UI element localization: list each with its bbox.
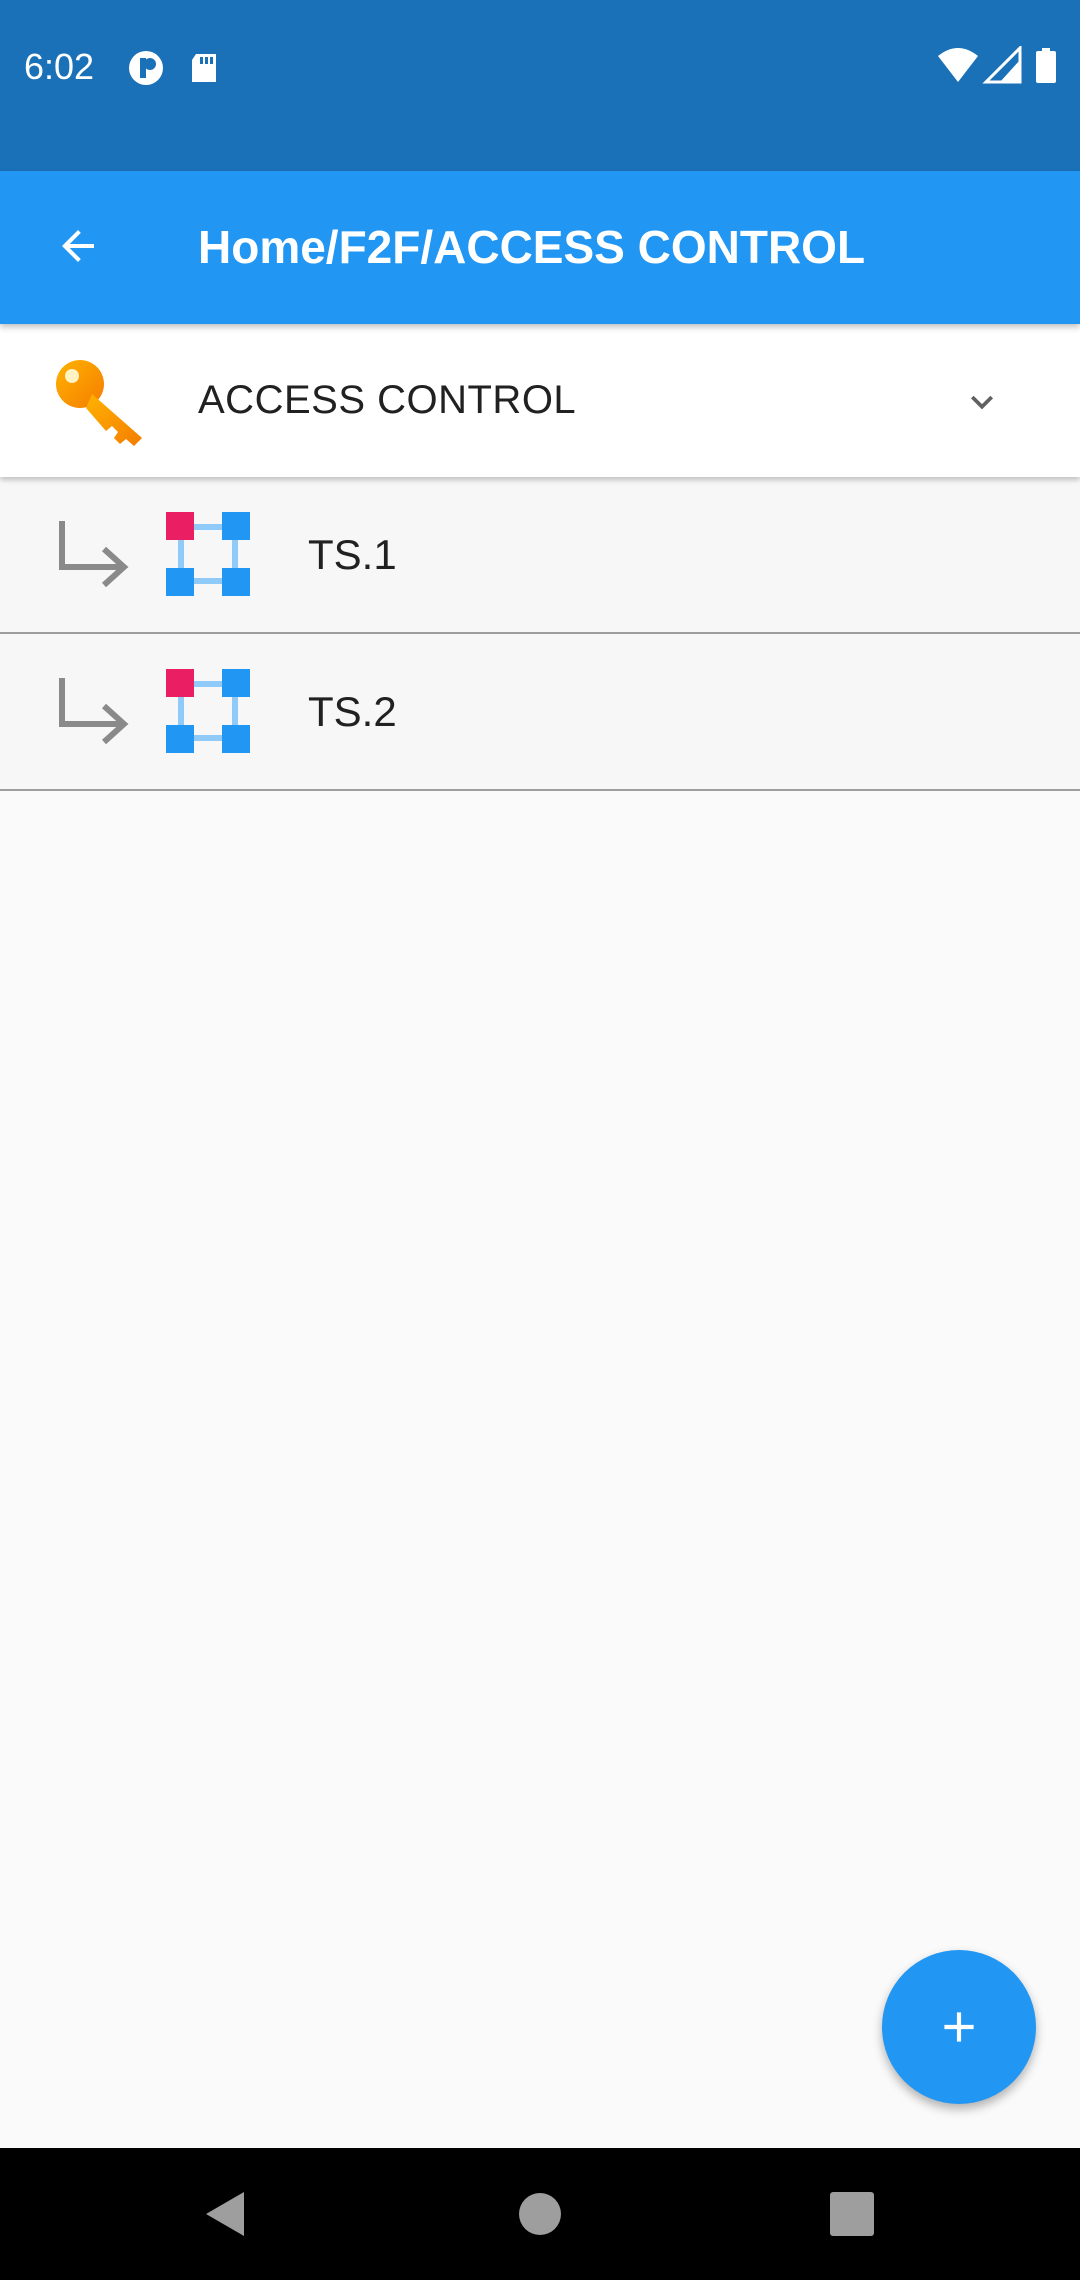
arrow-back-icon (62, 230, 94, 262)
home-circle-icon[interactable] (514, 2188, 566, 2240)
header-label: ACCESS CONTROL (198, 378, 577, 422)
recents-square-icon[interactable] (826, 2188, 878, 2240)
subdirectory-arrow-icon (59, 678, 129, 745)
network-nodes-icon (166, 512, 250, 596)
access-control-header[interactable]: ACCESS CONTROL (0, 324, 1080, 477)
list-item[interactable]: TS.1 (0, 477, 1080, 634)
back-triangle-icon[interactable] (200, 2188, 252, 2240)
status-left-icons (128, 48, 238, 93)
item-list: TS.1 TS.2 (0, 477, 1080, 791)
page-title: Home/F2F/ACCESS CONTROL (198, 221, 866, 273)
plus-icon (944, 2012, 974, 2042)
battery-icon (1036, 48, 1056, 83)
chevron-down-icon[interactable] (960, 380, 1004, 424)
app-bar: Home/F2F/ACCESS CONTROL (0, 171, 1080, 324)
subdirectory-arrow-icon (59, 521, 129, 588)
notification-app-icon (129, 51, 216, 85)
sd-card-icon (192, 54, 216, 82)
status-bar: 6:02 (0, 0, 1080, 171)
status-right-icons (936, 44, 1066, 91)
key-icon (56, 360, 142, 446)
item-label: TS.2 (308, 688, 397, 735)
wifi-icon (938, 48, 978, 82)
system-nav-bar (0, 2148, 1080, 2280)
status-time: 6:02 (24, 46, 95, 87)
list-item[interactable]: TS.2 (0, 634, 1080, 791)
back-button[interactable] (36, 201, 120, 291)
item-label: TS.1 (308, 531, 397, 578)
network-nodes-icon (166, 669, 250, 753)
add-button[interactable] (882, 1950, 1036, 2104)
